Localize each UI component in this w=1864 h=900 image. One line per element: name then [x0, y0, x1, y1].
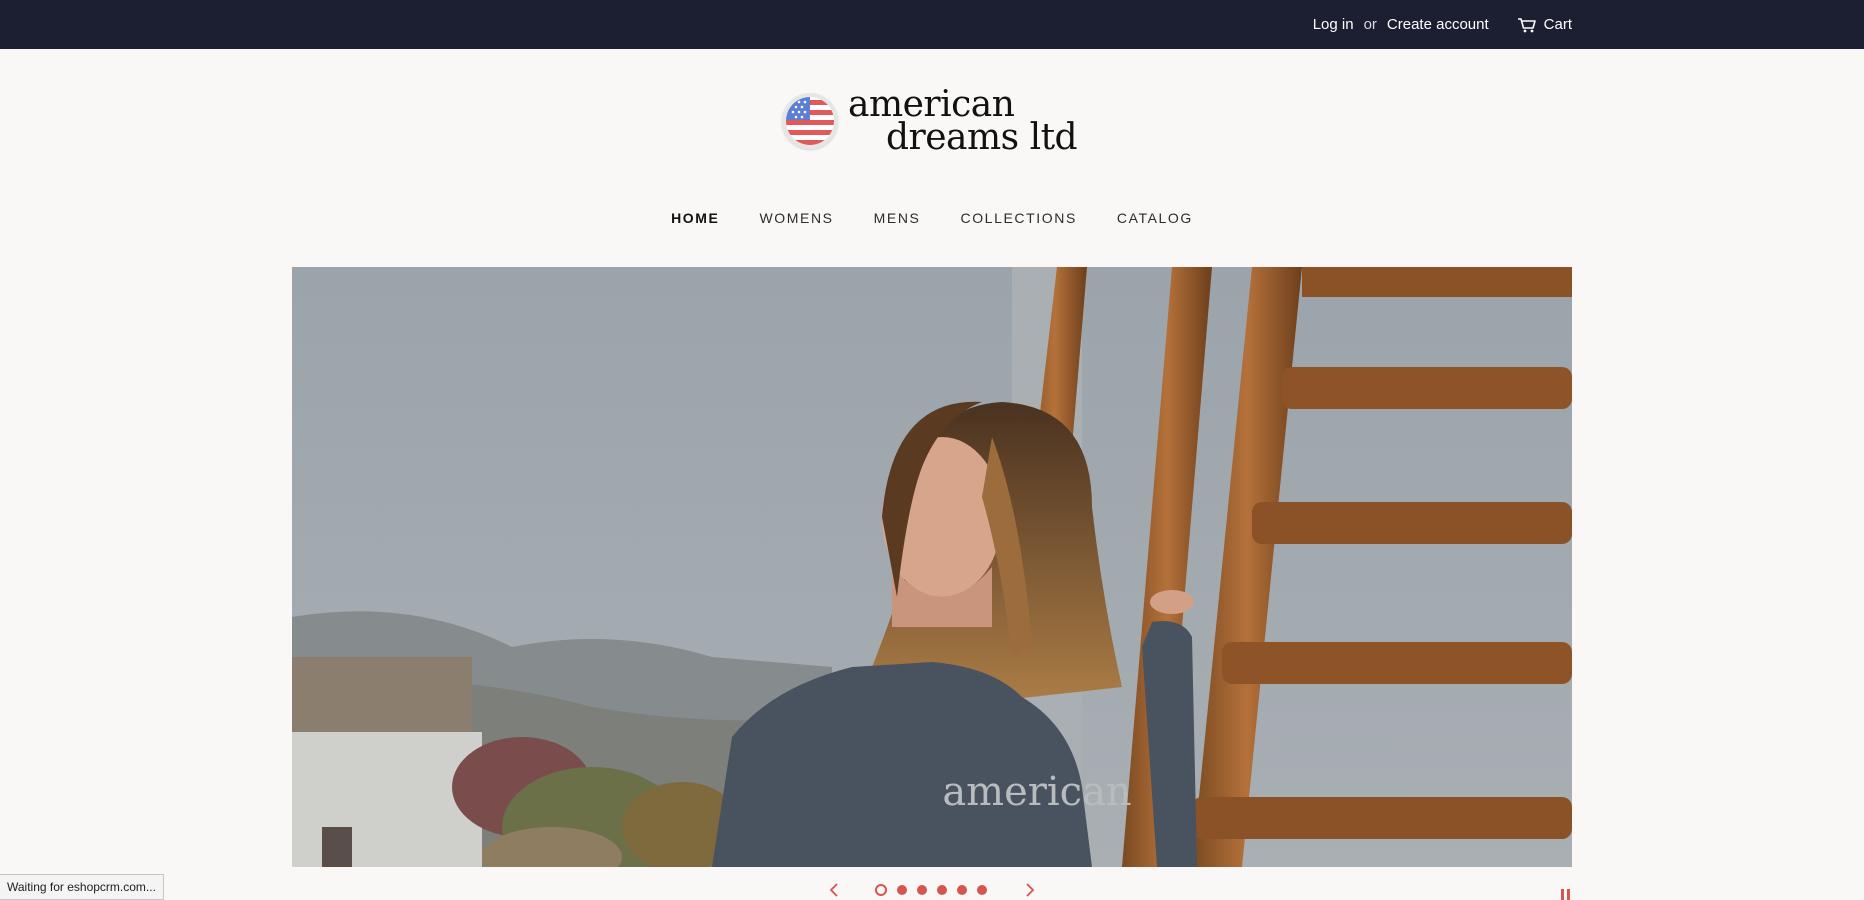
or-text: or [1363, 16, 1377, 33]
logo-text: american dreams ltd [848, 87, 1078, 158]
nav-item-womens[interactable]: WOMENS [739, 206, 853, 230]
logo-line-2: dreams ltd [886, 117, 1078, 158]
slide-dot-3[interactable] [917, 885, 927, 895]
nav-item-mens[interactable]: MENS [854, 206, 941, 230]
slider-controls [0, 882, 1864, 900]
slide-dot-6[interactable] [977, 885, 987, 895]
cart-icon [1517, 17, 1537, 33]
hero-slide-image[interactable]: american [292, 267, 1572, 867]
browser-status-bar: Waiting for eshopcrm.com... [0, 874, 164, 900]
slide-dots [875, 884, 987, 896]
account-links: Log in or Create account Cart [1313, 0, 1572, 49]
slide-dot-1[interactable] [875, 884, 887, 896]
chevron-left-icon[interactable] [826, 882, 842, 900]
nav-item-catalog[interactable]: CATALOG [1097, 206, 1213, 230]
slide-dot-4[interactable] [937, 885, 947, 895]
cart-link[interactable]: Cart [1517, 16, 1572, 33]
login-link[interactable]: Log in [1313, 16, 1354, 33]
nav-item-collections[interactable]: COLLECTIONS [940, 206, 1096, 230]
cart-label: Cart [1543, 16, 1572, 33]
chevron-right-icon[interactable] [1022, 882, 1038, 900]
pause-icon[interactable] [1561, 889, 1570, 900]
site-logo[interactable]: american dreams ltd [782, 86, 1082, 156]
slide-dot-2[interactable] [897, 885, 907, 895]
hoodie-text: american [942, 769, 1131, 815]
create-account-link[interactable]: Create account [1387, 16, 1489, 33]
nav-item-home[interactable]: HOME [651, 206, 739, 230]
us-flag-icon [782, 93, 838, 149]
main-nav: HOME WOMENS MENS COLLECTIONS CATALOG [0, 206, 1864, 230]
top-bar: Log in or Create account Cart [0, 0, 1864, 49]
slide-dot-5[interactable] [957, 885, 967, 895]
